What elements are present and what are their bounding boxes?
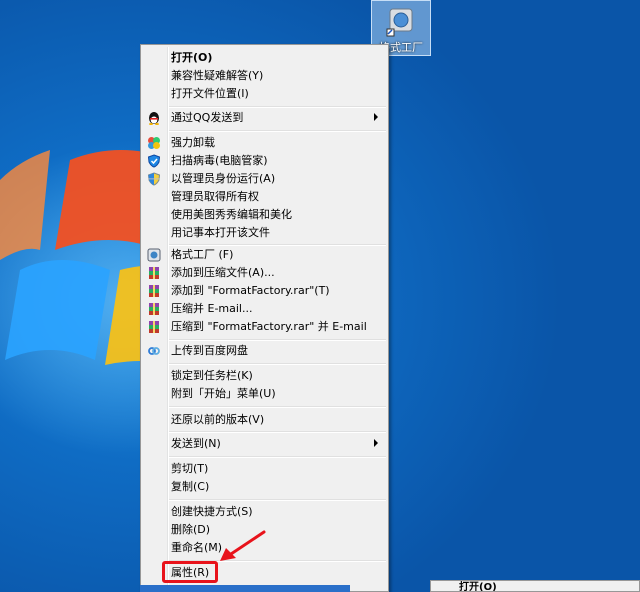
menu-item-take-ownership[interactable]: 管理员取得所有权 (143, 188, 386, 206)
menu-item-copy[interactable]: 复制(C) (143, 478, 386, 496)
menu-separator (169, 431, 386, 433)
taskbar-strip (140, 585, 350, 592)
secondary-context-menu: 打开(O) (430, 580, 640, 592)
menu-item-label: 打开(O) (171, 51, 213, 64)
formatfactory-icon (386, 8, 413, 37)
menu-item-force-uninstall[interactable]: 强力卸载 (143, 134, 386, 152)
menu-separator (169, 456, 386, 458)
menu-item-cut[interactable]: 剪切(T) (143, 460, 386, 478)
menu-separator (169, 106, 386, 108)
menu-item-label: 上传到百度网盘 (171, 344, 248, 357)
properties-highlight-box (162, 561, 218, 583)
menu-item-label: 添加到 "FormatFactory.rar"(T) (171, 284, 330, 297)
menu-item-label: 删除(D) (171, 523, 211, 536)
menu-item-send-via-qq[interactable]: 通过QQ发送到 (143, 109, 386, 127)
menu-item-restore-previous[interactable]: 还原以前的版本(V) (143, 411, 386, 429)
winrar-icon (149, 321, 159, 333)
menu-item-compress-email[interactable]: 压缩并 E-mail... (143, 300, 386, 318)
menu-separator (169, 499, 386, 501)
menu-item-label: 使用美图秀秀编辑和美化 (171, 208, 292, 221)
menu-item-run-as-admin[interactable]: 以管理员身份运行(A) (143, 170, 386, 188)
winrar-icon (149, 303, 159, 315)
menu-separator (169, 406, 386, 408)
menu-item-compress-rar-email[interactable]: 压缩到 "FormatFactory.rar" 并 E-mail (143, 318, 386, 336)
menu-item-label: 扫描病毒(电脑管家) (171, 154, 268, 167)
menu-item-label: 以管理员身份运行(A) (171, 172, 276, 185)
menu-item-scan-virus[interactable]: 扫描病毒(电脑管家) (143, 152, 386, 170)
menu-item-upload-baidu[interactable]: 上传到百度网盘 (143, 342, 386, 360)
uninstall-icon (148, 137, 160, 149)
red-arrow-annotation-icon (220, 530, 266, 561)
menu-item-open-file-location[interactable]: 打开文件位置(I) (143, 85, 386, 103)
menu-item-label: 压缩到 "FormatFactory.rar" 并 E-mail (171, 320, 367, 333)
menu-item-send-to[interactable]: 发送到(N) (143, 435, 386, 453)
menu-separator (169, 363, 386, 365)
secondary-menu-item-open[interactable]: 打开(O) (459, 582, 497, 591)
menu-item-label: 通过QQ发送到 (171, 111, 244, 124)
menu-item-label: 格式工厂 (F) (171, 248, 234, 261)
menu-item-label: 用记事本打开该文件 (171, 226, 270, 239)
menu-item-meitu-edit[interactable]: 使用美图秀秀编辑和美化 (143, 206, 386, 224)
submenu-arrow-icon (374, 439, 378, 447)
baidu-cloud-icon (148, 347, 160, 355)
menu-item-label: 发送到(N) (171, 437, 221, 450)
menu-item-label: 附到「开始」菜单(U) (171, 387, 276, 400)
qq-penguin-icon (149, 112, 159, 125)
submenu-arrow-icon (374, 113, 378, 121)
menu-item-label: 还原以前的版本(V) (171, 413, 265, 426)
menu-item-add-to-rar[interactable]: 添加到 "FormatFactory.rar"(T) (143, 282, 386, 300)
context-menu: 打开(O) 兼容性疑难解答(Y) 打开文件位置(I) 通过QQ发送到 强力卸载 (140, 44, 389, 592)
menu-item-open[interactable]: 打开(O) (143, 49, 386, 67)
menu-item-label: 压缩并 E-mail... (171, 302, 253, 315)
menu-item-pin-taskbar[interactable]: 锁定到任务栏(K) (143, 367, 386, 385)
menu-item-label: 锁定到任务栏(K) (171, 369, 253, 382)
menu-item-formatfactory[interactable]: 格式工厂 (F) (143, 246, 386, 264)
menu-item-label: 打开文件位置(I) (171, 87, 249, 100)
menu-item-create-shortcut[interactable]: 创建快捷方式(S) (143, 503, 386, 521)
menu-item-compat-troubleshoot[interactable]: 兼容性疑难解答(Y) (143, 67, 386, 85)
uac-shield-icon (147, 172, 161, 186)
menu-item-label: 剪切(T) (171, 462, 209, 475)
shield-scan-icon (147, 154, 161, 168)
menu-item-label: 兼容性疑难解答(Y) (171, 69, 264, 82)
formatfactory-icon (147, 248, 161, 262)
menu-item-label: 创建快捷方式(S) (171, 505, 253, 518)
menu-item-label: 管理员取得所有权 (171, 190, 259, 203)
menu-item-add-to-archive[interactable]: 添加到压缩文件(A)... (143, 264, 386, 282)
menu-item-open-with-notepad[interactable]: 用记事本打开该文件 (143, 224, 386, 242)
menu-item-label: 强力卸载 (171, 136, 215, 149)
winrar-icon (149, 285, 159, 297)
menu-item-pin-start[interactable]: 附到「开始」菜单(U) (143, 385, 386, 403)
menu-separator (169, 339, 386, 341)
menu-item-label: 复制(C) (171, 480, 210, 493)
menu-separator (169, 130, 386, 132)
menu-item-label: 添加到压缩文件(A)... (171, 266, 275, 279)
winrar-icon (149, 267, 159, 279)
